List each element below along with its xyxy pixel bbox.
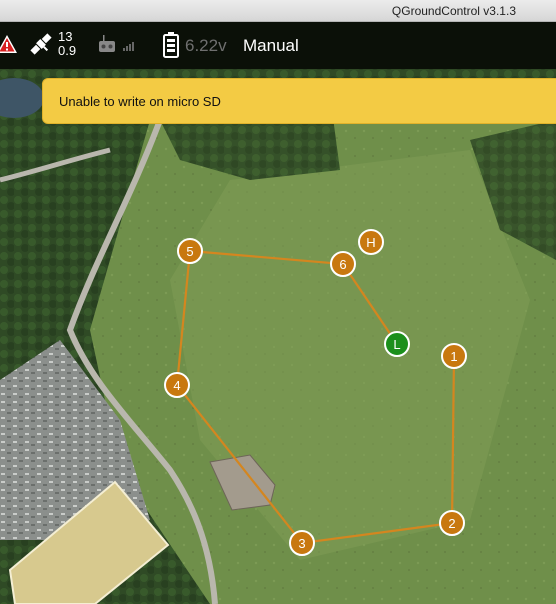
waypoint-label: 4 <box>173 378 180 393</box>
map-view[interactable]: H L 1 2 3 4 5 6 <box>0 69 556 604</box>
launch-marker-label: L <box>393 337 400 352</box>
satellite-count: 13 <box>58 29 73 44</box>
window-titlebar: QGroundControl v3.1.3 <box>0 0 556 22</box>
satellite-icon[interactable] <box>28 31 54 62</box>
gps-status: 13 0.9 <box>58 30 76 58</box>
waypoint-label: 3 <box>298 536 305 551</box>
rc-transmitter-icon[interactable] <box>97 34 137 59</box>
home-marker[interactable]: H <box>358 229 384 255</box>
waypoint-6[interactable]: 6 <box>330 251 356 277</box>
banner-message: Unable to write on micro SD <box>59 94 221 109</box>
sd-card-warning-banner[interactable]: Unable to write on micro SD <box>42 78 556 124</box>
main-toolbar: 13 0.9 6.22v Manual <box>0 22 556 69</box>
waypoint-3[interactable]: 3 <box>289 530 315 556</box>
waypoint-2[interactable]: 2 <box>439 510 465 536</box>
waypoint-4[interactable]: 4 <box>164 372 190 398</box>
waypoint-label: 6 <box>339 257 346 272</box>
waypoint-label: 2 <box>448 516 455 531</box>
waypoint-5[interactable]: 5 <box>177 238 203 264</box>
waypoint-label: 1 <box>450 349 457 364</box>
waypoint-1[interactable]: 1 <box>441 343 467 369</box>
battery-voltage: 6.22v <box>185 36 227 55</box>
waypoint-label: 5 <box>186 244 193 259</box>
warning-icon[interactable] <box>0 34 18 59</box>
window-title: QGroundControl v3.1.3 <box>391 4 516 18</box>
hdop-value: 0.9 <box>58 43 77 58</box>
battery-icon[interactable] <box>163 32 179 63</box>
flight-mode-selector[interactable]: Manual <box>243 36 299 56</box>
launch-marker[interactable]: L <box>384 331 410 357</box>
home-marker-label: H <box>366 235 375 250</box>
